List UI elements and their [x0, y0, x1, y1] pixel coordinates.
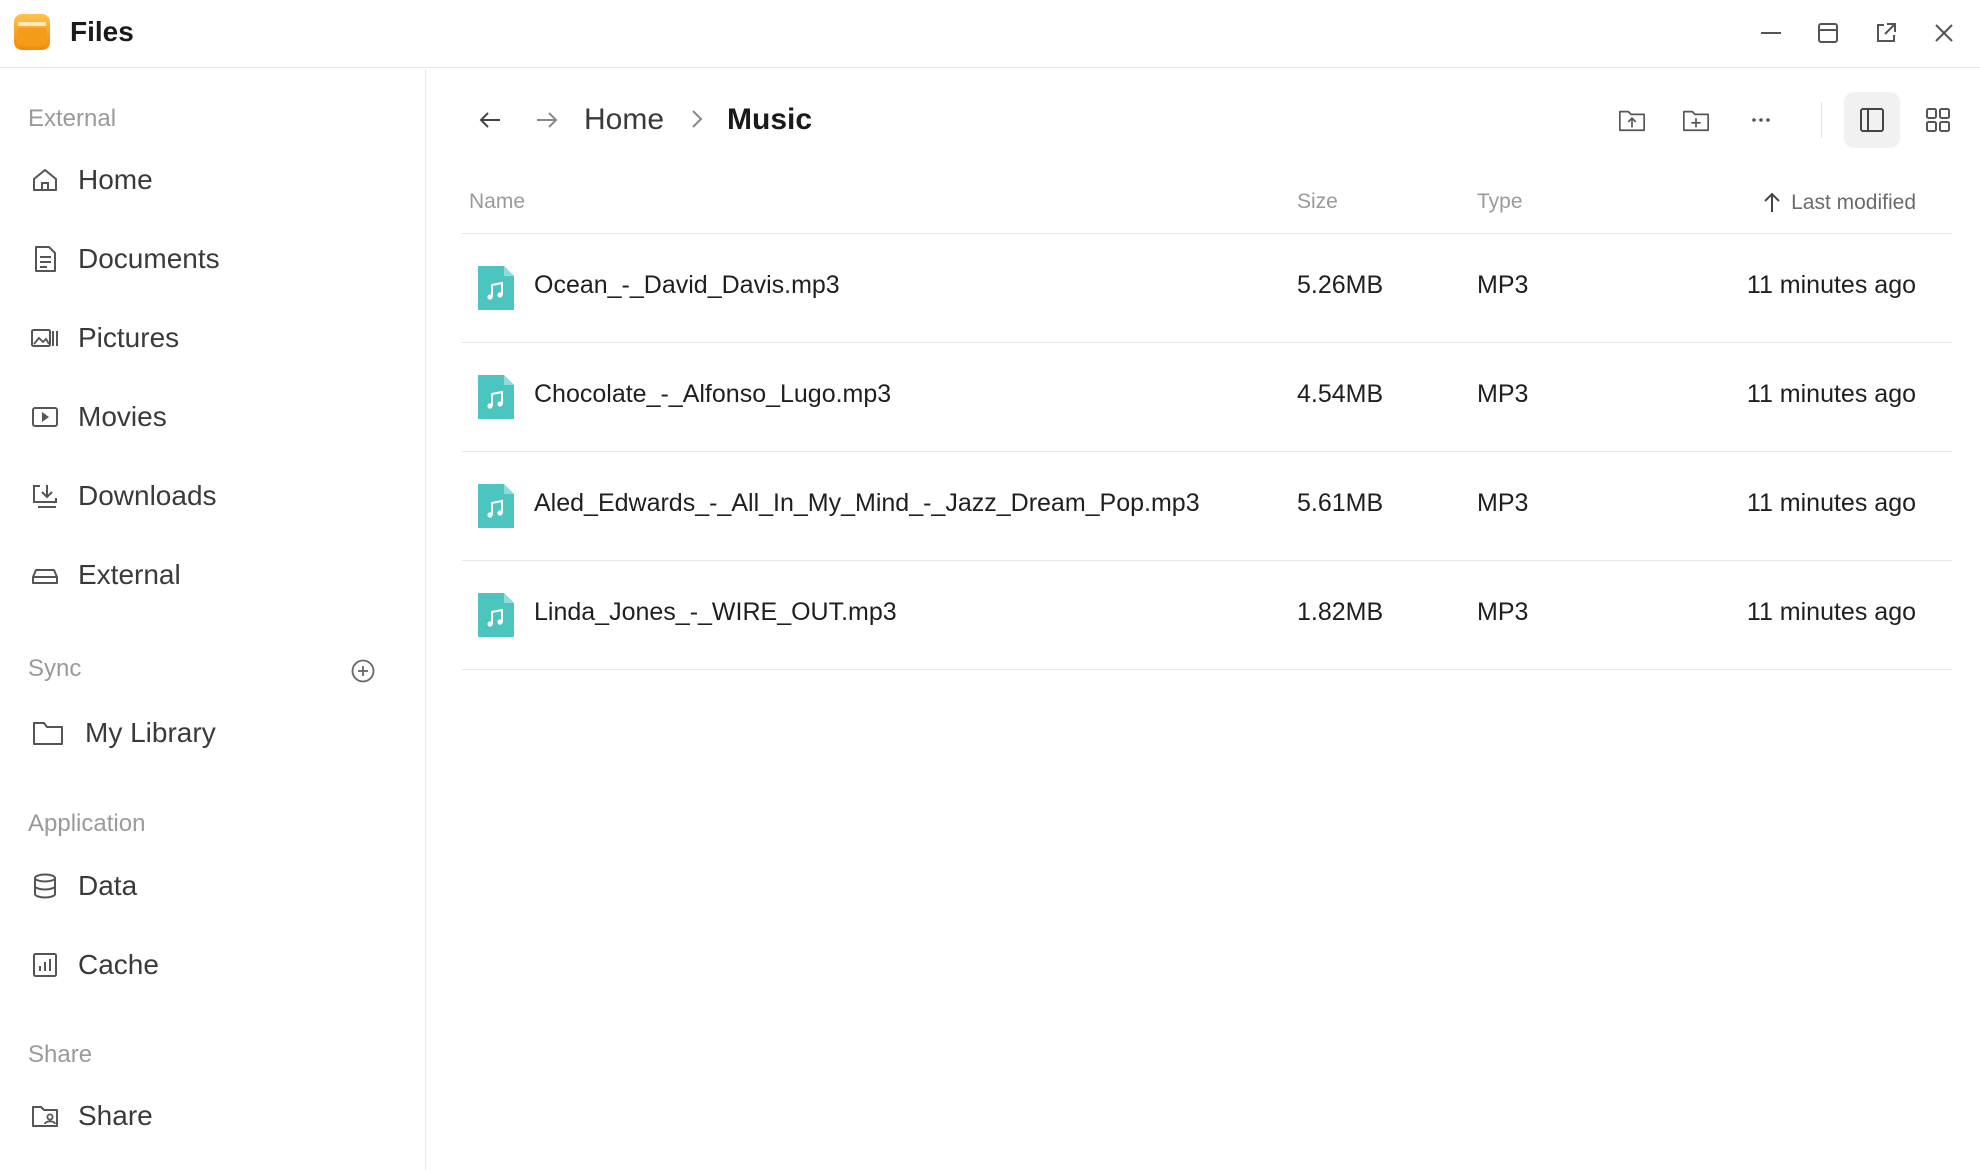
section-label-sync: Sync: [28, 655, 82, 682]
file-size: 5.26MB: [1297, 271, 1384, 299]
back-button[interactable]: [468, 98, 512, 142]
folder-upload-icon: [1619, 110, 1645, 132]
close-button[interactable]: [1929, 18, 1959, 48]
chevron-right-icon: [692, 110, 703, 128]
minimize-icon: [1761, 32, 1781, 34]
minimize-button[interactable]: [1756, 18, 1786, 48]
breadcrumb-home[interactable]: Home: [584, 102, 664, 138]
music-file-icon: [478, 375, 514, 419]
table-row[interactable]: Ocean_-_David_Davis.mp3 5.26MB MP3 11 mi…: [462, 234, 1952, 343]
arrow-left-icon: [479, 112, 500, 128]
section-label-share: Share: [28, 1041, 93, 1068]
sidebar-item-label: Share: [78, 1100, 153, 1131]
section-label-external: External: [28, 105, 117, 132]
sidebar-item-documents[interactable]: Documents: [18, 229, 408, 289]
file-name: Chocolate_-_Alfonso_Lugo.mp3: [534, 380, 892, 408]
music-file-icon: [478, 266, 514, 310]
file-size: 1.82MB: [1297, 598, 1384, 626]
table-row[interactable]: Linda_Jones_-_WIRE_OUT.mp3 1.82MB MP3 11…: [462, 561, 1952, 670]
column-header-name[interactable]: Name: [469, 190, 525, 214]
document-icon: [28, 242, 62, 276]
new-folder-button[interactable]: [1674, 98, 1718, 142]
sidebar-item-label: Movies: [78, 401, 167, 432]
drive-icon: [28, 558, 62, 592]
sidebar: External Home Documents Pictures Movies …: [0, 69, 426, 1170]
file-type: MP3: [1477, 380, 1529, 408]
folder-icon: [28, 716, 68, 750]
table-row[interactable]: Aled_Edwards_-_All_In_My_Mind_-_Jazz_Dre…: [462, 452, 1952, 561]
sidebar-item-cache[interactable]: Cache: [18, 935, 408, 995]
music-file-icon: [478, 593, 514, 637]
panel-layout-icon: [1860, 108, 1884, 132]
database-icon: [28, 869, 62, 903]
file-name: Ocean_-_David_Davis.mp3: [534, 271, 840, 299]
sidebar-item-external[interactable]: External: [18, 545, 408, 605]
sidebar-item-label: Documents: [78, 243, 220, 274]
sidebar-item-label: External: [78, 559, 181, 590]
sort-ascending-icon: [1764, 192, 1780, 212]
shared-folder-icon: [28, 1099, 62, 1133]
file-type: MP3: [1477, 271, 1529, 299]
folder-add-icon: [1683, 110, 1709, 132]
column-header-last-modified[interactable]: Last modified: [1759, 190, 1916, 216]
more-horizontal-icon: [1752, 118, 1770, 122]
forward-button[interactable]: [525, 98, 569, 142]
music-file-icon: [478, 484, 514, 528]
restore-button[interactable]: [1813, 18, 1843, 48]
file-modified: 11 minutes ago: [1746, 489, 1916, 517]
cache-icon: [28, 948, 62, 982]
sidebar-item-share[interactable]: Share: [18, 1086, 408, 1146]
file-type: MP3: [1477, 489, 1529, 517]
file-modified: 11 minutes ago: [1746, 598, 1916, 626]
grid-icon: [1926, 108, 1950, 132]
sidebar-item-label: Home: [78, 164, 153, 195]
sidebar-item-label: Data: [78, 870, 138, 901]
add-sync-button[interactable]: [350, 658, 380, 688]
table-row[interactable]: Chocolate_-_Alfonso_Lugo.mp3 4.54MB MP3 …: [462, 343, 1952, 452]
app-title: Files: [70, 16, 134, 47]
breadcrumb-current: Music: [727, 103, 813, 136]
section-label-application: Application: [28, 810, 146, 837]
sidebar-item-label: Downloads: [78, 480, 217, 511]
file-size: 4.54MB: [1297, 380, 1384, 408]
files-app-logo: [14, 14, 50, 50]
sidebar-item-movies[interactable]: Movies: [18, 387, 408, 447]
title-bar: Files: [0, 0, 1980, 68]
upload-button[interactable]: [1610, 98, 1654, 142]
file-modified: 11 minutes ago: [1746, 271, 1916, 299]
file-type: MP3: [1477, 598, 1529, 626]
sidebar-item-data[interactable]: Data: [18, 856, 408, 916]
file-name: Aled_Edwards_-_All_In_My_Mind_-_Jazz_Dre…: [534, 489, 1200, 517]
add-circle-icon: [351, 659, 375, 683]
open-external-button[interactable]: [1871, 18, 1901, 48]
sidebar-item-label: Cache: [78, 949, 159, 980]
sidebar-item-label: My Library: [85, 717, 216, 748]
column-header-type[interactable]: Type: [1477, 190, 1523, 214]
file-modified: 11 minutes ago: [1746, 380, 1916, 408]
column-header-label: Last modified: [1791, 191, 1916, 214]
toolbar-divider: [1821, 102, 1822, 138]
sidebar-item-label: Pictures: [78, 322, 180, 353]
restore-icon: [1818, 23, 1838, 43]
file-size: 5.61MB: [1297, 489, 1384, 517]
sidebar-item-home[interactable]: Home: [18, 150, 408, 210]
sidebar-item-pictures[interactable]: Pictures: [18, 308, 408, 368]
grid-view-toggle[interactable]: [1916, 98, 1960, 142]
table-header: Name Size Type Last modified: [462, 170, 1952, 234]
column-header-size[interactable]: Size: [1297, 190, 1338, 214]
external-link-icon: [1877, 23, 1896, 42]
file-table: Name Size Type Last modified Ocean_-_Dav…: [462, 170, 1952, 670]
sidebar-item-downloads[interactable]: Downloads: [18, 466, 408, 526]
close-icon: [1935, 24, 1953, 42]
sidebar-item-my-library[interactable]: My Library: [18, 703, 408, 763]
file-name: Linda_Jones_-_WIRE_OUT.mp3: [534, 598, 897, 626]
pictures-icon: [28, 321, 62, 355]
list-view-toggle[interactable]: [1844, 92, 1900, 148]
arrow-right-icon: [537, 112, 558, 128]
toolbar: Home Music: [460, 90, 1960, 150]
more-options-button[interactable]: [1739, 98, 1783, 142]
home-icon: [28, 163, 62, 197]
movie-icon: [28, 400, 62, 434]
download-icon: [28, 479, 62, 513]
